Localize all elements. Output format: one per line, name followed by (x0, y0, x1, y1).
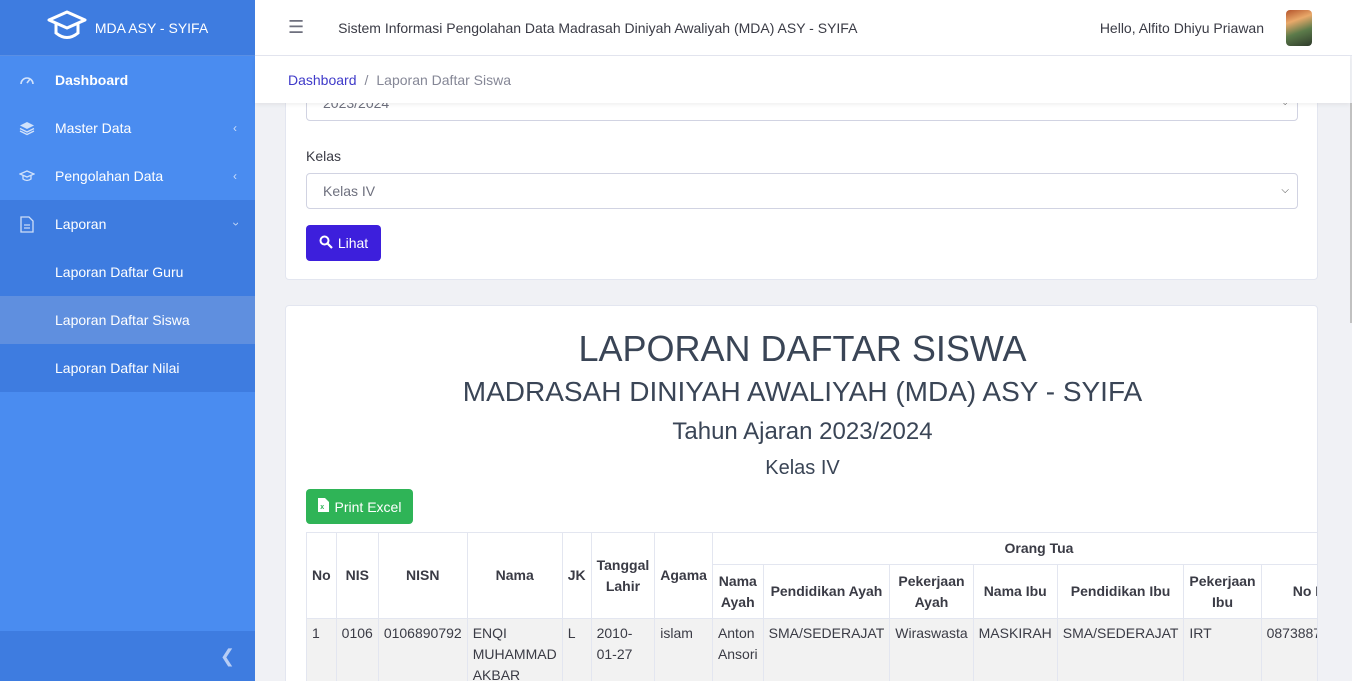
siswa-table: No NIS NISN Nama JK Tanggal Lahir Agama … (306, 532, 1317, 681)
th-nis: NIS (335, 532, 379, 619)
menu-icon[interactable]: ☰ (288, 17, 304, 38)
laporan-submenu: Laporan Daftar Guru Laporan Daftar Siswa… (0, 248, 255, 392)
avatar[interactable] (1286, 10, 1312, 46)
th-nisn: NISN (377, 532, 468, 619)
th-nama-ibu: Nama Ibu (972, 564, 1058, 619)
excel-file-icon: x (317, 498, 329, 515)
sidebar-item-laporan-nilai[interactable]: Laporan Daftar Nilai (0, 344, 255, 392)
cell-nama-ibu: MASKIRAH (972, 618, 1058, 681)
graduation-cap-icon (47, 6, 87, 49)
th-no-hp: No Hp (1260, 564, 1317, 619)
th-no: No (306, 532, 337, 619)
th-nama-ayah: Nama Ayah (711, 564, 764, 619)
report-card: LAPORAN DAFTAR SISWA MADRASAH DINIYAH AW… (285, 305, 1318, 681)
file-icon (18, 215, 36, 233)
sidebar-item-master-data[interactable]: Master Data ‹ (0, 104, 255, 152)
main-content: 2023/2024 ⌵ Kelas Kelas IV ⌵ Lihat LAPOR… (255, 103, 1350, 681)
sidebar-item-laporan-siswa[interactable]: Laporan Daftar Siswa (0, 296, 255, 344)
kelas-value: Kelas IV (323, 183, 376, 199)
layers-icon (18, 119, 36, 137)
sidebar-item-laporan[interactable]: Laporan ‹ (0, 200, 255, 248)
cell-tanggal-lahir: 2010-01-27 (590, 618, 656, 681)
cell-nis: 0106 (335, 618, 379, 681)
gauge-icon (18, 71, 36, 89)
report-class: Kelas IV (765, 457, 840, 479)
lihat-button[interactable]: Lihat (306, 225, 381, 261)
tahun-ajaran-select[interactable]: 2023/2024 ⌵ (306, 103, 1298, 121)
chevron-down-icon: ‹ (228, 222, 242, 226)
cell-agama: islam (654, 618, 713, 681)
report-school: MADRASAH DINIYAH AWALIYAH (MDA) ASY - SY… (462, 376, 1143, 407)
sidebar-item-label: Master Data (55, 120, 132, 136)
sidebar: MDA ASY - SYIFA Dashboard Master Data ‹ … (0, 0, 255, 681)
print-excel-button[interactable]: x Print Excel (306, 489, 413, 524)
filter-card: 2023/2024 ⌵ Kelas Kelas IV ⌵ Lihat (285, 103, 1318, 280)
user-greeting[interactable]: Hello, Alfito Dhiyu Priawan (1100, 20, 1264, 36)
svg-text:x: x (320, 504, 324, 511)
cell-no-hp: 087388766371 (1260, 618, 1317, 681)
breadcrumb-dashboard-link[interactable]: Dashboard (288, 72, 357, 88)
sidebar-item-label: Dashboard (55, 72, 129, 88)
sidebar-toggle-button[interactable]: ❮ (0, 631, 255, 681)
breadcrumb-current: Laporan Daftar Siswa (376, 71, 512, 88)
chevron-left-icon: ‹ (233, 169, 237, 183)
cell-pekerjaan-ayah: Wiraswasta (889, 618, 974, 681)
cell-no: 1 (306, 618, 337, 681)
graduation-cap-icon (18, 167, 36, 185)
th-agama: Agama (654, 532, 713, 619)
brand-name: MDA ASY - SYIFA (94, 19, 209, 36)
th-pendidikan-ibu: Pendidikan Ibu (1056, 564, 1185, 619)
search-icon (319, 235, 333, 252)
report-title: LAPORAN DAFTAR SISWA (578, 328, 1027, 369)
chevron-down-icon: ⌵ (1281, 185, 1289, 196)
chevron-left-icon: ‹ (233, 121, 237, 135)
breadcrumb-separator: / (364, 71, 369, 88)
sidebar-item-label: Laporan Daftar Nilai (55, 360, 180, 376)
sidebar-item-laporan-guru[interactable]: Laporan Daftar Guru (0, 248, 255, 296)
th-pekerjaan-ayah: Pekerjaan Ayah (889, 564, 974, 619)
report-year: Tahun Ajaran 2023/2024 (672, 418, 933, 445)
kelas-select[interactable]: Kelas IV ⌵ (306, 173, 1298, 209)
cell-nama-ayah: Anton Ansori (711, 618, 764, 681)
sidebar-item-label: Laporan (55, 216, 107, 232)
sidebar-item-label: Pengolahan Data (55, 168, 164, 184)
lihat-label: Lihat (337, 235, 369, 251)
th-tanggal-lahir: Tanggal Lahir (590, 532, 656, 619)
print-excel-label: Print Excel (334, 498, 402, 515)
cell-nama: ENQI MUHAMMAD AKBAR (466, 618, 563, 681)
cell-nisn: 0106890792 (377, 618, 468, 681)
th-jk: JK (561, 532, 592, 619)
sidebar-item-label: Laporan Daftar Siswa (55, 312, 190, 328)
chevron-down-icon: ⌵ (1281, 103, 1289, 108)
chevron-left-icon: ❮ (219, 645, 235, 666)
sidebar-item-dashboard[interactable]: Dashboard (0, 56, 255, 104)
sidebar-item-pengolahan-data[interactable]: Pengolahan Data ‹ (0, 152, 255, 200)
cell-pekerjaan-ibu: IRT (1183, 618, 1262, 681)
topbar: ☰ Sistem Informasi Pengolahan Data Madra… (255, 0, 1352, 56)
brand[interactable]: MDA ASY - SYIFA (0, 0, 255, 56)
th-nama: Nama (466, 532, 563, 619)
sidebar-item-label: Laporan Daftar Guru (55, 264, 184, 280)
th-pendidikan-ayah: Pendidikan Ayah (762, 564, 891, 619)
breadcrumb: Dashboard / Laporan Daftar Siswa (255, 56, 1350, 103)
app-title: Sistem Informasi Pengolahan Data Madrasa… (338, 19, 858, 36)
cell-jk: L (561, 618, 592, 681)
kelas-label: Kelas (306, 148, 342, 164)
th-orang-tua: Orang Tua (711, 532, 1317, 565)
tahun-ajaran-value: 2023/2024 (323, 103, 390, 111)
cell-pendidikan-ayah: SMA/SEDERAJAT (762, 618, 891, 681)
table-row: 1 0106 0106890792 ENQI MUHAMMAD AKBAR L … (306, 618, 1317, 681)
th-pekerjaan-ibu: Pekerjaan Ibu (1183, 564, 1262, 619)
cell-pendidikan-ibu: SMA/SEDERAJAT (1056, 618, 1185, 681)
